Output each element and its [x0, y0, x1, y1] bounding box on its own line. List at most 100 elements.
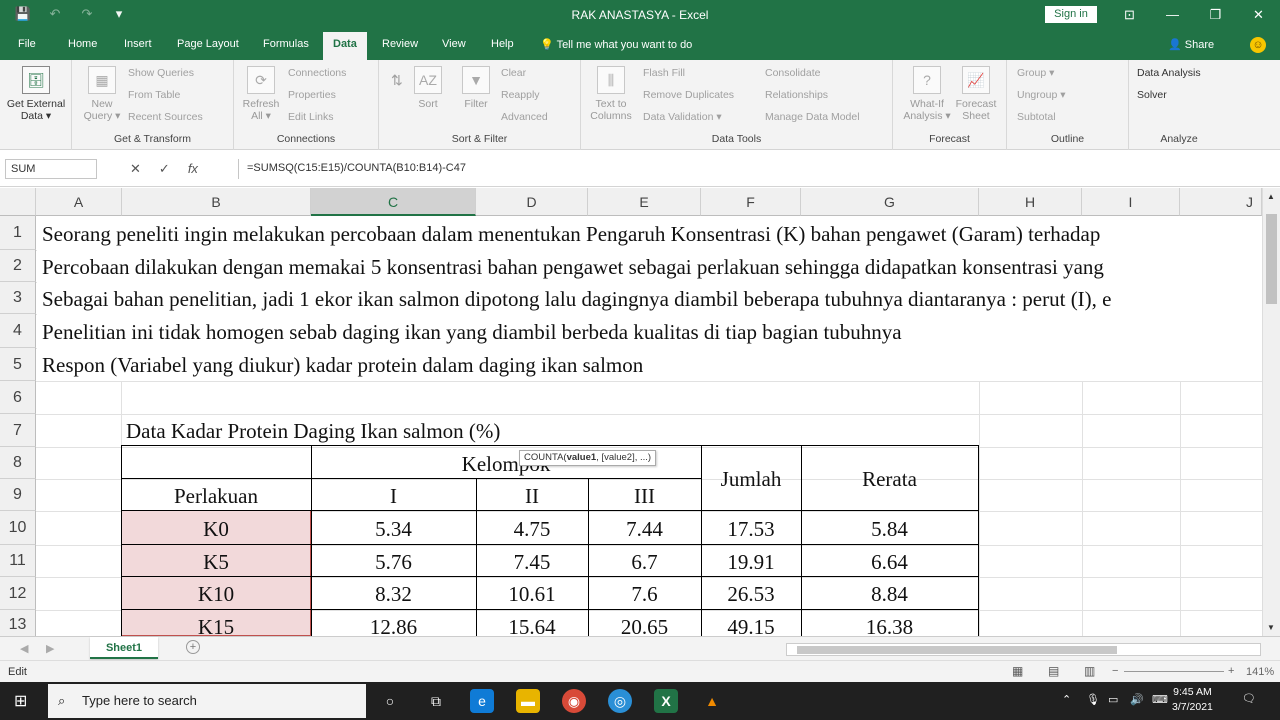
row-header[interactable]: 10 — [0, 511, 36, 545]
name-box[interactable]: SUM — [5, 159, 97, 179]
table-cell[interactable]: 17.53 — [701, 517, 801, 542]
row-header[interactable]: 3 — [0, 282, 36, 314]
forecast-sheet-button[interactable]: 📈 Forecast Sheet — [953, 66, 999, 122]
subtotal-button[interactable]: Subtotal — [1017, 111, 1056, 123]
row-header[interactable]: 5 — [0, 348, 36, 381]
scroll-up-icon[interactable]: ▲ — [1267, 192, 1275, 201]
file-explorer-icon[interactable]: ▬ — [516, 689, 540, 713]
cell-text-row-1[interactable]: Seorang peneliti ingin melakukan percoba… — [42, 222, 1100, 247]
insert-function-icon[interactable]: fx — [188, 161, 198, 177]
table-cell[interactable]: K10 — [121, 582, 311, 607]
excel-icon[interactable]: X — [654, 689, 678, 713]
table-cell[interactable]: 19.91 — [701, 550, 801, 575]
what-if-button[interactable]: ? What-If Analysis ▾ — [903, 66, 951, 122]
table-cell[interactable]: 5.76 — [311, 550, 476, 575]
sheet-next-icon[interactable]: ▶ — [46, 642, 54, 655]
column-header[interactable]: B — [122, 188, 311, 216]
normal-view-icon[interactable]: ▦ — [1012, 664, 1023, 678]
horizontal-scroll-thumb[interactable] — [797, 646, 1117, 654]
header-group-1[interactable]: I — [311, 484, 476, 509]
select-all-corner[interactable] — [0, 188, 36, 216]
text-to-columns-button[interactable]: ⫼ Text to Columns — [587, 66, 635, 122]
table-cell[interactable]: 20.65 — [588, 615, 701, 636]
get-external-data-button[interactable]: 🗄 Get External Data ▾ — [4, 66, 68, 122]
new-query-button[interactable]: ▦ New Query ▾ — [82, 66, 122, 122]
cell-text-row-4[interactable]: Penelitian ini tidak homogen sebab dagin… — [42, 320, 902, 345]
row-header[interactable]: 13 — [0, 610, 36, 636]
header-group-3[interactable]: III — [588, 484, 701, 509]
cortana-icon[interactable]: ○ — [378, 689, 402, 713]
filter-button[interactable]: ▼ Filter — [459, 66, 493, 110]
task-view-icon[interactable]: ⧉ — [424, 689, 448, 713]
column-header[interactable]: C — [311, 188, 476, 216]
table-cell[interactable]: K15 — [121, 615, 311, 636]
table-cell[interactable]: 6.64 — [801, 550, 978, 575]
tab-view[interactable]: View — [442, 38, 466, 50]
solver-button[interactable]: Solver — [1137, 89, 1167, 101]
zoom-slider[interactable] — [1124, 671, 1224, 672]
chrome-icon[interactable]: ◉ — [562, 689, 586, 713]
table-cell[interactable]: 6.7 — [588, 550, 701, 575]
tooltip-arg[interactable]: value1 — [567, 452, 597, 463]
vlc-icon[interactable]: ▲ — [700, 689, 724, 713]
table-cell[interactable]: 4.75 — [476, 517, 588, 542]
tray-overflow-icon[interactable]: ⌃ — [1062, 693, 1071, 706]
row-header[interactable]: 12 — [0, 577, 36, 610]
table-cell[interactable]: K5 — [121, 550, 311, 575]
table-title[interactable]: Data Kadar Protein Daging Ikan salmon (%… — [126, 419, 500, 444]
table-cell[interactable]: 49.15 — [701, 615, 801, 636]
ungroup-button[interactable]: Ungroup ▾ — [1017, 89, 1065, 101]
formula-input[interactable]: =SUMSQ(C15:E15)/COUNTA(B10:B14)-C47 — [238, 159, 1272, 179]
tab-help[interactable]: Help — [491, 38, 514, 50]
taskbar-clock[interactable]: 9:45 AM 3/7/2021 — [1172, 685, 1213, 715]
advanced-button[interactable]: Advanced — [501, 111, 548, 123]
row-header[interactable]: 8 — [0, 447, 36, 479]
app-icon[interactable]: ◎ — [608, 689, 632, 713]
sheet-prev-icon[interactable]: ◀ — [20, 642, 28, 655]
from-table-button[interactable]: From Table — [128, 89, 180, 101]
properties-button[interactable]: Properties — [288, 89, 336, 101]
table-cell[interactable]: 5.34 — [311, 517, 476, 542]
tab-formulas[interactable]: Formulas — [263, 38, 309, 50]
relationships-button[interactable]: Relationships — [765, 89, 828, 101]
recent-sources-button[interactable]: Recent Sources — [128, 111, 203, 123]
vertical-scroll-thumb[interactable] — [1266, 214, 1277, 304]
column-header[interactable]: G — [801, 188, 979, 216]
row-header[interactable]: 9 — [0, 479, 36, 511]
row-header[interactable]: 7 — [0, 414, 36, 447]
notifications-icon[interactable]: 🗨 — [1242, 692, 1256, 705]
page-layout-view-icon[interactable]: ▤ — [1048, 664, 1059, 678]
table-cell[interactable]: 15.64 — [476, 615, 588, 636]
zoom-level[interactable]: 141% — [1246, 666, 1274, 678]
volume-icon[interactable]: 🔊 — [1130, 693, 1144, 706]
header-perlakuan[interactable]: Perlakuan — [121, 484, 311, 509]
manage-data-model-button[interactable]: Manage Data Model — [765, 111, 860, 123]
reapply-button[interactable]: Reapply — [501, 89, 540, 101]
vertical-scrollbar[interactable]: ▲ ▼ — [1262, 188, 1280, 636]
add-sheet-icon[interactable]: + — [186, 640, 200, 654]
edit-links-button[interactable]: Edit Links — [288, 111, 334, 123]
table-cell[interactable]: 7.44 — [588, 517, 701, 542]
connections-button[interactable]: Connections — [288, 67, 346, 79]
sign-in-button[interactable]: Sign in — [1045, 6, 1097, 23]
clear-button[interactable]: Clear — [501, 67, 526, 79]
feedback-smiley-icon[interactable]: ☺ — [1250, 37, 1266, 53]
ribbon-display-icon[interactable]: ⊡ — [1108, 0, 1151, 30]
table-cell[interactable]: 7.6 — [588, 582, 701, 607]
table-cell[interactable]: 12.86 — [311, 615, 476, 636]
table-cell[interactable]: 16.38 — [801, 615, 978, 636]
remove-duplicates-button[interactable]: Remove Duplicates — [643, 89, 734, 101]
row-header[interactable]: 11 — [0, 545, 36, 577]
header-jumlah[interactable]: Jumlah — [701, 467, 801, 492]
page-break-view-icon[interactable]: ▥ — [1084, 664, 1095, 678]
data-analysis-button[interactable]: Data Analysis — [1137, 67, 1201, 79]
network-icon[interactable]: ▭ — [1108, 693, 1118, 706]
tab-file[interactable]: File — [18, 38, 36, 50]
table-cell[interactable]: 8.32 — [311, 582, 476, 607]
tab-page-layout[interactable]: Page Layout — [177, 38, 239, 50]
cell-text-row-5[interactable]: Respon (Variabel yang diukur) kadar prot… — [42, 353, 643, 378]
microphone-icon[interactable]: 🎙 — [1086, 693, 1100, 706]
column-header[interactable]: A — [36, 188, 122, 216]
group-button[interactable]: Group ▾ — [1017, 67, 1054, 79]
windows-start-icon[interactable]: ⊞ — [14, 691, 27, 711]
